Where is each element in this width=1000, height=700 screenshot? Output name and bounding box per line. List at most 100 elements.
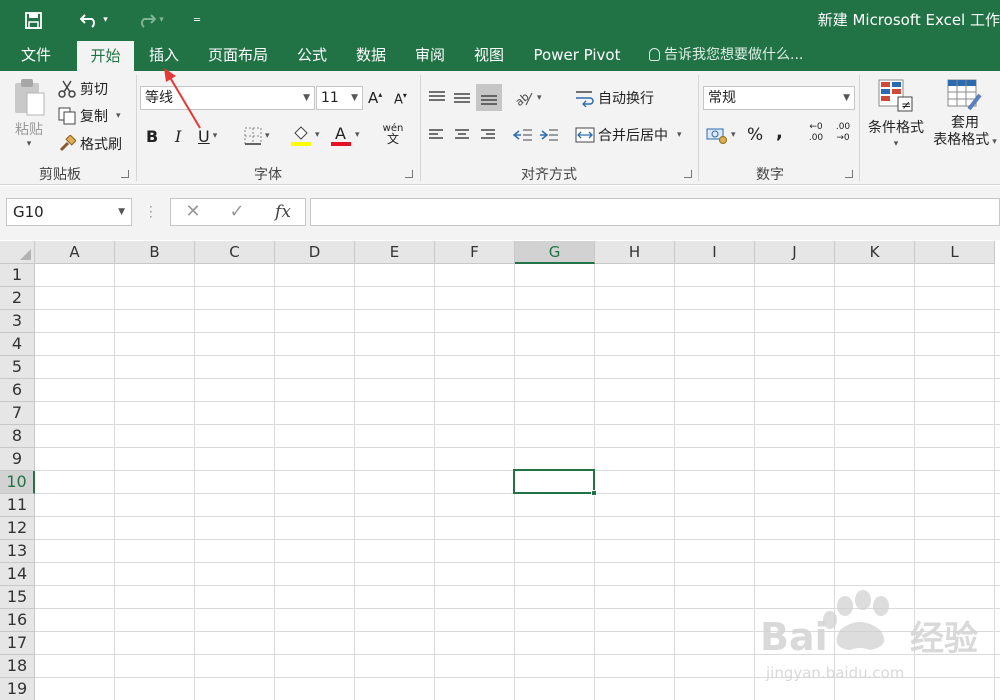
align-middle-button[interactable] bbox=[453, 87, 471, 109]
copy-button[interactable]: 复制 ▾ bbox=[58, 105, 121, 127]
grid-line bbox=[274, 264, 275, 700]
format-as-table-button[interactable]: 套用 表格格式 ▾ bbox=[930, 79, 1000, 157]
conditional-format-button[interactable]: ≠ 条件格式 ▾ bbox=[863, 79, 929, 157]
grid-line bbox=[354, 264, 355, 700]
tab-data[interactable]: 数据 bbox=[347, 40, 395, 71]
enter-icon[interactable]: ✓ bbox=[221, 199, 253, 225]
row-header-16[interactable]: 16 bbox=[0, 609, 35, 632]
column-header-k[interactable]: K bbox=[835, 241, 915, 264]
merge-center-button[interactable]: 合并后居中 ▾ bbox=[575, 123, 682, 147]
copy-icon bbox=[58, 107, 76, 125]
orientation-button[interactable]: ab ▾ bbox=[514, 87, 548, 109]
active-cell-g10[interactable] bbox=[513, 469, 597, 496]
column-header-f[interactable]: F bbox=[435, 241, 515, 264]
accounting-dropdown-icon: ▾ bbox=[731, 130, 736, 140]
undo-icon[interactable]: ▾ bbox=[72, 0, 116, 40]
row-header-13[interactable]: 13 bbox=[0, 540, 35, 563]
copy-label: 复制 bbox=[80, 109, 108, 125]
decrease-decimal-top: .00 bbox=[835, 122, 851, 132]
accounting-format-button[interactable]: ▾ bbox=[706, 124, 740, 146]
row-header-18[interactable]: 18 bbox=[0, 655, 35, 678]
column-header-i[interactable]: I bbox=[675, 241, 755, 264]
fill-color-button[interactable]: ▾ bbox=[290, 123, 326, 147]
fill-handle[interactable] bbox=[591, 490, 597, 496]
formula-input[interactable] bbox=[310, 198, 1000, 226]
borders-button[interactable]: ▾ bbox=[244, 125, 280, 147]
save-icon[interactable] bbox=[18, 0, 48, 40]
row-header-2[interactable]: 2 bbox=[0, 287, 35, 310]
alignment-launcher-icon[interactable] bbox=[684, 170, 692, 178]
wrap-text-button[interactable]: 自动换行 bbox=[575, 86, 654, 110]
select-all-corner[interactable] bbox=[0, 241, 35, 264]
row-header-5[interactable]: 5 bbox=[0, 356, 35, 379]
chevron-down-icon: ▼ bbox=[303, 93, 310, 103]
row-header-4[interactable]: 4 bbox=[0, 333, 35, 356]
row-header-6[interactable]: 6 bbox=[0, 379, 35, 402]
row-header-7[interactable]: 7 bbox=[0, 402, 35, 425]
phonetic-button[interactable]: wén 文 bbox=[378, 123, 408, 149]
grow-font-icon: A▴ bbox=[368, 89, 383, 107]
percent-button[interactable]: % bbox=[747, 124, 763, 146]
number-launcher-icon[interactable] bbox=[845, 170, 853, 178]
tab-power-pivot[interactable]: Power Pivot bbox=[526, 40, 628, 71]
row-header-14[interactable]: 14 bbox=[0, 563, 35, 586]
row-header-15[interactable]: 15 bbox=[0, 586, 35, 609]
font-size-select[interactable]: 11 ▼ bbox=[316, 86, 363, 110]
align-left-button[interactable] bbox=[428, 124, 446, 146]
font-launcher-icon[interactable] bbox=[405, 170, 413, 178]
row-header-9[interactable]: 9 bbox=[0, 448, 35, 471]
paste-icon bbox=[15, 79, 45, 116]
paste-button[interactable]: 粘贴 ▾ bbox=[10, 77, 48, 157]
column-header-c[interactable]: C bbox=[195, 241, 275, 264]
comma-button[interactable]: , bbox=[776, 121, 786, 143]
decrease-decimal-button[interactable]: .00 →0 bbox=[832, 122, 854, 150]
name-box[interactable]: G10 ▼ bbox=[6, 198, 132, 226]
resize-handle-icon[interactable]: · · · bbox=[149, 201, 155, 223]
increase-decimal-top: ←0 bbox=[809, 122, 823, 132]
tab-formulas[interactable]: 公式 bbox=[288, 40, 336, 71]
column-header-e[interactable]: E bbox=[355, 241, 435, 264]
align-center-button[interactable] bbox=[454, 124, 472, 146]
row-header-12[interactable]: 12 bbox=[0, 517, 35, 540]
row-header-17[interactable]: 17 bbox=[0, 632, 35, 655]
number-format-select[interactable]: 常规 ▼ bbox=[703, 86, 855, 110]
grow-font-button[interactable]: A▴ bbox=[368, 88, 386, 108]
redo-icon[interactable]: ▾ bbox=[128, 0, 172, 40]
increase-indent-button[interactable] bbox=[539, 124, 561, 146]
clipboard-launcher-icon[interactable] bbox=[121, 170, 129, 178]
tell-me-box[interactable]: 告诉我您想要做什么... bbox=[649, 40, 803, 71]
row-header-19[interactable]: 19 bbox=[0, 678, 35, 700]
column-header-l[interactable]: L bbox=[915, 241, 995, 264]
table-format-label-2-wrap: 表格格式 ▾ bbox=[933, 132, 997, 151]
align-top-button[interactable] bbox=[428, 87, 446, 109]
cut-button[interactable]: 剪切 bbox=[58, 78, 108, 100]
column-header-j[interactable]: J bbox=[755, 241, 835, 264]
row-header-8[interactable]: 8 bbox=[0, 425, 35, 448]
tab-review[interactable]: 审阅 bbox=[406, 40, 454, 71]
align-right-button[interactable] bbox=[480, 124, 498, 146]
format-painter-button[interactable]: 格式刷 bbox=[58, 133, 122, 155]
tab-view[interactable]: 视图 bbox=[465, 40, 513, 71]
cancel-icon[interactable]: ✕ bbox=[177, 199, 209, 225]
row-header-10[interactable]: 10 bbox=[0, 471, 35, 494]
column-header-h[interactable]: H bbox=[595, 241, 675, 264]
customize-qat-icon[interactable]: ═ bbox=[186, 0, 208, 40]
column-header-b[interactable]: B bbox=[115, 241, 195, 264]
column-header-g[interactable]: G bbox=[515, 241, 595, 264]
align-bottom-button[interactable] bbox=[476, 84, 502, 111]
row-header-3[interactable]: 3 bbox=[0, 310, 35, 333]
column-header-a[interactable]: A bbox=[35, 241, 115, 264]
font-color-button[interactable]: A ▾ bbox=[330, 123, 366, 147]
column-header-d[interactable]: D bbox=[275, 241, 355, 264]
decrease-indent-button[interactable] bbox=[513, 124, 535, 146]
increase-indent-icon bbox=[540, 129, 558, 141]
row-header-1[interactable]: 1 bbox=[0, 264, 35, 287]
shrink-font-button[interactable]: A▾ bbox=[394, 89, 412, 109]
increase-decimal-button[interactable]: ←0 .00 bbox=[805, 122, 827, 150]
annotation-arrow-icon bbox=[164, 68, 201, 129]
insert-function-icon[interactable]: fx bbox=[267, 199, 299, 225]
row-header-11[interactable]: 11 bbox=[0, 494, 35, 517]
tab-file[interactable]: 文件 bbox=[10, 40, 62, 71]
merge-dropdown-icon: ▾ bbox=[677, 130, 682, 140]
tab-home[interactable]: 开始 bbox=[77, 41, 134, 71]
